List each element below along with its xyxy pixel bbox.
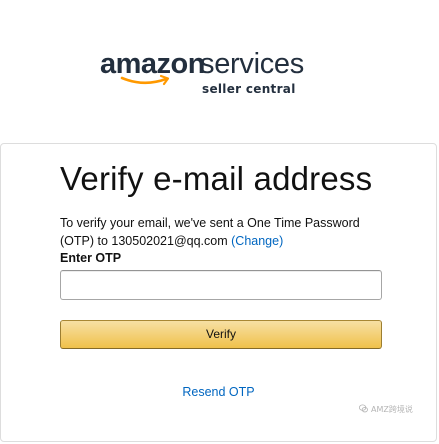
verify-button[interactable]: Verify — [60, 320, 382, 349]
amazon-smile-icon — [120, 74, 170, 86]
watermark: AMZ跨境说 — [359, 404, 413, 415]
logo-tagline: seller central — [202, 82, 296, 96]
change-email-link[interactable]: (Change) — [231, 234, 283, 248]
page-title: Verify e-mail address — [60, 160, 373, 197]
logo-services-text: services — [200, 48, 304, 80]
watermark-text: AMZ跨境说 — [371, 405, 413, 414]
otp-input[interactable] — [60, 270, 382, 300]
verify-description: To verify your email, we've sent a One T… — [60, 214, 390, 250]
verify-description-text: To verify your email, we've sent a One T… — [60, 216, 360, 248]
resend-otp-link[interactable]: Resend OTP — [0, 385, 437, 399]
amazon-services-logo: amazon services seller central — [100, 44, 320, 104]
otp-label: Enter OTP — [60, 251, 122, 265]
wechat-icon — [359, 404, 368, 413]
